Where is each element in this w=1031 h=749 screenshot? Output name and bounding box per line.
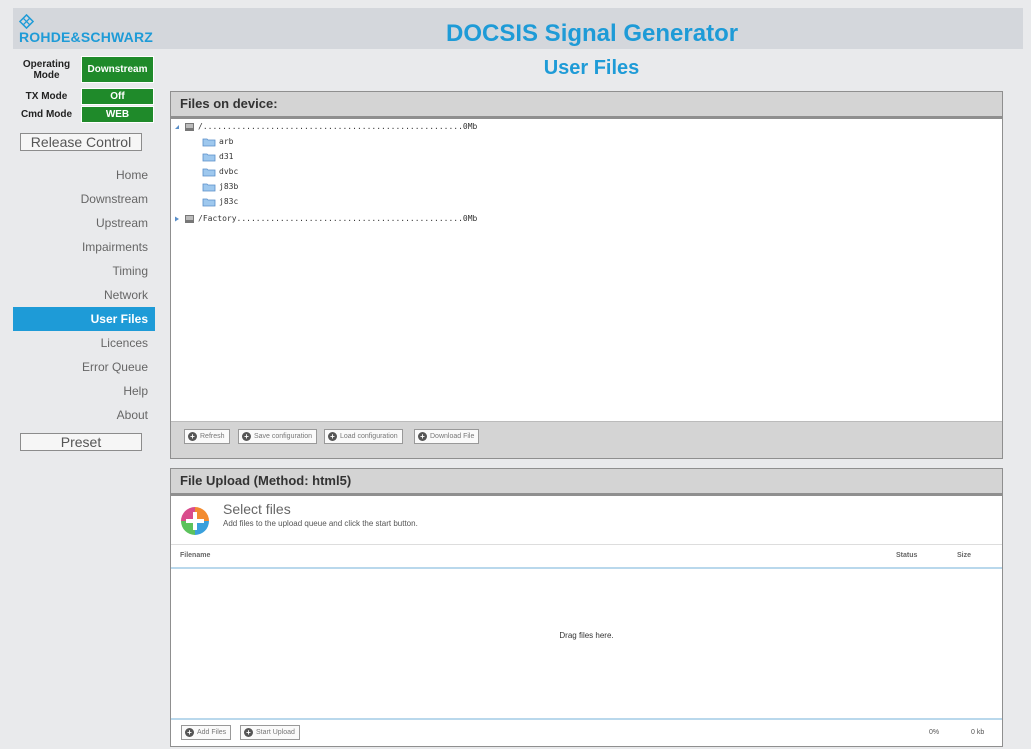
files-panel-title: Files on device: bbox=[171, 92, 1002, 119]
rohde-schwarz-logo-icon bbox=[19, 14, 34, 29]
file-tree: /.......................................… bbox=[171, 120, 1002, 420]
page-title-bar: User Files bbox=[160, 55, 1023, 82]
expanded-arrow-icon[interactable] bbox=[174, 124, 180, 130]
tree-folder-label: j83c bbox=[219, 197, 239, 206]
upload-total-size: 0 kb bbox=[971, 729, 985, 736]
plus-icon: + bbox=[185, 728, 194, 737]
sidebar-item-help[interactable]: Help bbox=[13, 379, 155, 403]
drive-icon bbox=[185, 122, 194, 131]
tree-node-factory[interactable]: /Factory................................… bbox=[174, 212, 477, 226]
folder-icon bbox=[202, 138, 216, 146]
folder-icon bbox=[202, 198, 216, 206]
save-configuration-label: Save configuration bbox=[254, 433, 312, 440]
release-control-button[interactable]: Release Control bbox=[20, 133, 142, 151]
tree-folder-label: d31 bbox=[219, 152, 234, 161]
operating-mode-label: Operating Mode bbox=[22, 58, 71, 81]
tx-mode-row: TX Mode Off bbox=[13, 88, 155, 105]
tree-folder-j83c[interactable]: j83c bbox=[202, 195, 238, 209]
plus-icon: + bbox=[188, 432, 197, 441]
plus-icon: + bbox=[244, 728, 253, 737]
add-files-icon[interactable] bbox=[179, 505, 211, 537]
tree-node-factory-label: /Factory................................… bbox=[198, 214, 478, 223]
file-upload-panel: File Upload (Method: html5) Select files… bbox=[170, 468, 1003, 747]
load-configuration-label: Load configuration bbox=[340, 433, 398, 440]
app-header: ROHDE&SCHWARZ DOCSIS Signal Generator bbox=[13, 8, 1023, 49]
collapsed-arrow-icon[interactable] bbox=[174, 216, 180, 222]
tx-mode-value: Off bbox=[81, 88, 154, 105]
plus-icon: + bbox=[242, 432, 251, 441]
tree-node-root[interactable]: /.......................................… bbox=[174, 120, 477, 134]
drop-zone-text: Drag files here. bbox=[559, 631, 614, 640]
column-filename: Filename bbox=[180, 552, 211, 559]
download-file-label: Download File bbox=[430, 433, 475, 440]
sidebar-item-timing[interactable]: Timing bbox=[13, 259, 155, 283]
sidebar-nav: Home Downstream Upstream Impairments Tim… bbox=[13, 163, 155, 427]
upload-panel-title: File Upload (Method: html5) bbox=[171, 469, 1002, 496]
upload-file-list-header: Filename Status Size bbox=[171, 545, 1002, 569]
tx-mode-label: TX Mode bbox=[25, 91, 68, 102]
select-files-title: Select files bbox=[223, 501, 291, 517]
folder-icon bbox=[202, 168, 216, 176]
add-files-label: Add Files bbox=[197, 729, 227, 736]
tree-folder-label: j83b bbox=[219, 182, 239, 191]
files-toolbar: + Refresh + Save configuration + Load confi… bbox=[171, 421, 1002, 458]
tree-node-root-label: /.......................................… bbox=[198, 122, 478, 131]
column-size: Size bbox=[957, 552, 972, 559]
files-on-device-panel: Files on device: /......................… bbox=[170, 91, 1003, 459]
cmd-mode-row: Cmd Mode WEB bbox=[13, 106, 155, 123]
select-files-description: Add files to the upload queue and click … bbox=[223, 519, 418, 528]
cmd-mode-value: WEB bbox=[81, 106, 154, 123]
tree-folder-d31[interactable]: d31 bbox=[202, 150, 233, 164]
logo-text: ROHDE&SCHWARZ bbox=[19, 29, 154, 45]
operating-mode-row: Operating Mode Downstream bbox=[13, 56, 155, 83]
load-configuration-button[interactable]: + Load configuration bbox=[324, 429, 403, 444]
plus-icon: + bbox=[328, 432, 337, 441]
page-title: User Files bbox=[543, 57, 640, 79]
operating-mode-value: Downstream bbox=[81, 56, 154, 83]
download-file-button[interactable]: + Download File bbox=[414, 429, 480, 444]
sidebar-item-licences[interactable]: Licences bbox=[13, 331, 155, 355]
folder-icon bbox=[202, 153, 216, 161]
sidebar-item-about[interactable]: About bbox=[13, 403, 155, 427]
app-title: DOCSIS Signal Generator bbox=[446, 20, 739, 47]
tree-folder-arb[interactable]: arb bbox=[202, 135, 233, 149]
tree-folder-label: arb bbox=[219, 137, 234, 146]
upload-progress-percent: 0% bbox=[929, 729, 940, 736]
refresh-label: Refresh bbox=[200, 433, 225, 440]
upload-toolbar: + Add Files + Start Upload 0% 0 kb bbox=[171, 718, 1002, 746]
drive-icon bbox=[185, 214, 194, 223]
sidebar-item-downstream[interactable]: Downstream bbox=[13, 187, 155, 211]
sidebar-item-user-files[interactable]: User Files bbox=[13, 307, 155, 331]
add-files-button[interactable]: + Add Files bbox=[181, 725, 232, 740]
select-files-area: Select files Add files to the upload que… bbox=[171, 497, 1002, 545]
sidebar-item-upstream[interactable]: Upstream bbox=[13, 211, 155, 235]
preset-button[interactable]: Preset bbox=[20, 433, 142, 451]
sidebar-item-impairments[interactable]: Impairments bbox=[13, 235, 155, 259]
start-upload-label: Start Upload bbox=[256, 729, 295, 736]
plus-icon: + bbox=[418, 432, 427, 441]
refresh-button[interactable]: + Refresh bbox=[184, 429, 230, 444]
tree-folder-dvbc[interactable]: dvbc bbox=[202, 165, 238, 179]
sidebar-item-home[interactable]: Home bbox=[13, 163, 155, 187]
tree-folder-j83b[interactable]: j83b bbox=[202, 180, 238, 194]
save-configuration-button[interactable]: + Save configuration bbox=[238, 429, 317, 444]
sidebar-item-network[interactable]: Network bbox=[13, 283, 155, 307]
tree-folder-label: dvbc bbox=[219, 167, 239, 176]
start-upload-button[interactable]: + Start Upload bbox=[240, 725, 300, 740]
sidebar-item-error-queue[interactable]: Error Queue bbox=[13, 355, 155, 379]
column-status: Status bbox=[896, 552, 918, 559]
cmd-mode-label: Cmd Mode bbox=[20, 109, 73, 120]
folder-icon bbox=[202, 183, 216, 191]
